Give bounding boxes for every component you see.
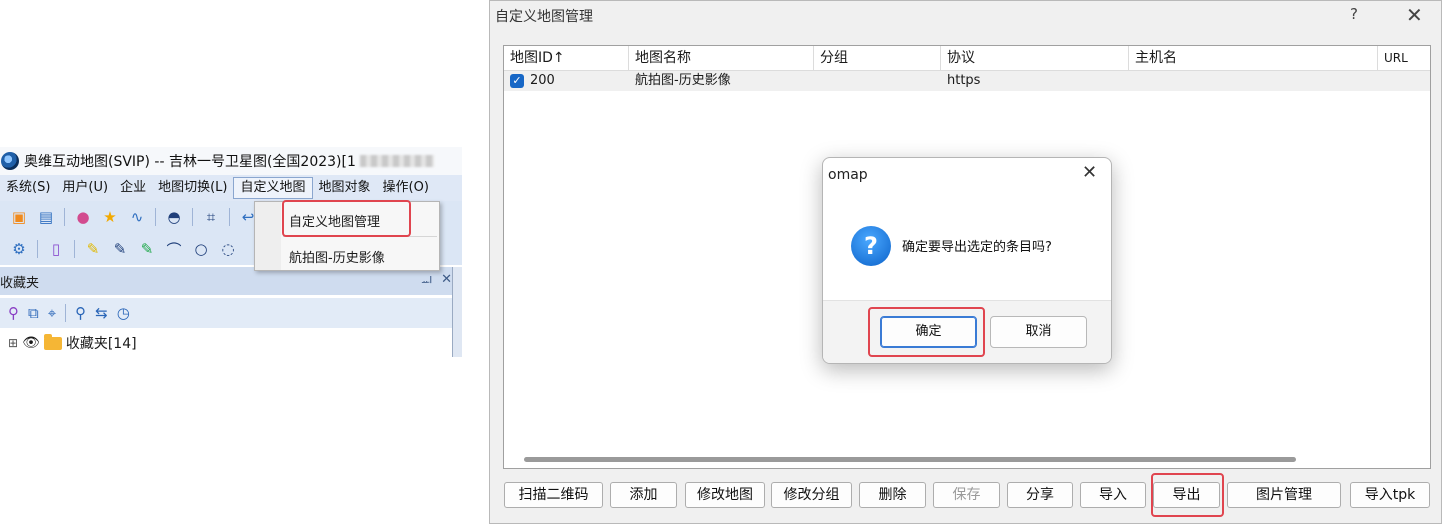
toolbar-separator xyxy=(229,208,230,226)
pin-icon[interactable]: ᆈ xyxy=(421,272,433,291)
col-protocol[interactable]: 协议 xyxy=(941,46,1129,71)
crop-icon[interactable]: ⌗ xyxy=(202,208,220,226)
toolbar-separator xyxy=(37,240,38,258)
menu-operation[interactable]: 操作(O) xyxy=(377,177,435,199)
save-button[interactable]: 保存 xyxy=(933,482,1000,508)
users-icon[interactable]: ● xyxy=(74,208,92,226)
app-logo-icon xyxy=(1,152,19,170)
col-map-id[interactable]: 地图ID↑ xyxy=(504,46,629,71)
star-icon[interactable]: ★ xyxy=(101,208,119,226)
table-row[interactable]: ✓ 200 航拍图-历史影像 https xyxy=(504,71,1430,91)
question-icon: ? xyxy=(851,226,891,266)
menu-map-switch[interactable]: 地图切换(L) xyxy=(152,177,233,199)
highlight-box-export xyxy=(1151,473,1224,517)
location-pin-icon[interactable]: ⚲ xyxy=(75,304,86,322)
menu-enterprise[interactable]: 企业 xyxy=(114,177,152,199)
circle-icon[interactable]: ○ xyxy=(192,240,210,258)
cell-host xyxy=(1129,71,1378,91)
favorites-panel-title: 收藏夹 xyxy=(0,275,40,291)
save-icon[interactable]: ▤ xyxy=(37,208,55,226)
custom-map-manager-window: 自定义地图管理 ? ✕ 地图ID↑ 地图名称 分组 协议 主机名 URL ✓ 20… xyxy=(489,0,1442,524)
cell-protocol: https xyxy=(947,73,981,88)
dialog-footer: 确定 取消 xyxy=(823,300,1111,363)
blue-pin-icon[interactable]: ✎ xyxy=(111,240,129,258)
panel-splitter[interactable] xyxy=(452,267,462,357)
gear-icon[interactable]: ⚙ xyxy=(10,240,28,258)
modify-map-button[interactable]: 修改地图 xyxy=(685,482,765,508)
yellow-pin-icon[interactable]: ✎ xyxy=(84,240,102,258)
dialog-message: 确定要导出选定的条目吗? xyxy=(902,240,1052,255)
toolbar-separator xyxy=(65,304,67,322)
arc-icon[interactable]: ⌒ xyxy=(165,240,183,259)
col-host[interactable]: 主机名 xyxy=(1129,46,1378,71)
tree-expand-icon[interactable]: ⊞ xyxy=(8,336,18,350)
eye-icon[interactable]: 👁 xyxy=(22,335,40,351)
share-button[interactable]: 分享 xyxy=(1007,482,1073,508)
redacted-text xyxy=(359,155,434,167)
modify-group-button[interactable]: 修改分组 xyxy=(771,482,852,508)
swap-icon[interactable]: ⇆ xyxy=(95,304,108,322)
toolbar-separator xyxy=(64,208,65,226)
col-map-name[interactable]: 地图名称 xyxy=(629,46,814,71)
delete-button[interactable]: 删除 xyxy=(859,482,926,508)
search-icon[interactable]: ⚲ xyxy=(8,304,19,322)
window-close-icon[interactable]: ✕ xyxy=(1406,3,1423,27)
scan-qr-button[interactable]: 扫描二维码 xyxy=(504,482,603,508)
dropdown-gutter xyxy=(255,202,281,270)
dropdown-item-aerial-history[interactable]: 航拍图-历史影像 xyxy=(289,247,385,266)
folder-icon xyxy=(43,333,62,350)
menu-user[interactable]: 用户(U) xyxy=(56,177,114,199)
menu-bar: 系统(S) 用户(U) 企业 地图切换(L) 自定义地图 地图对象 操作(O) xyxy=(0,175,462,201)
menu-map-object[interactable]: 地图对象 xyxy=(313,177,377,199)
scan-icon[interactable]: ⌖ xyxy=(48,304,56,322)
cell-url xyxy=(1378,71,1430,91)
app-title-bar: 奥维互动地图(SVIP) -- 吉林一号卫星图(全国2023)[1 xyxy=(0,147,462,175)
add-button[interactable]: 添加 xyxy=(610,482,677,508)
copy-icon[interactable]: ⧉ xyxy=(28,304,39,322)
highlight-box-ok xyxy=(868,307,985,357)
toolbar-separator xyxy=(155,208,156,226)
favorites-tree-item[interactable]: 收藏夹[14] xyxy=(66,333,137,353)
row-id: 200 xyxy=(530,73,555,88)
image-manage-button[interactable]: 图片管理 xyxy=(1227,482,1341,508)
window-title: 自定义地图管理 xyxy=(495,9,593,25)
highlight-box-menu xyxy=(282,200,411,237)
table-header: 地图ID↑ 地图名称 分组 协议 主机名 URL xyxy=(504,46,1430,71)
cell-map-id: ✓ 200 xyxy=(504,71,629,91)
favorites-toolbar: ⚲ ⧉ ⌖ ⚲ ⇆ ◷ xyxy=(0,298,456,328)
cell-map-name: 航拍图-历史影像 xyxy=(635,73,731,88)
partial-circle-icon[interactable]: ◌ xyxy=(219,240,237,258)
favorites-tree: ⊞ 👁 收藏夹[14] xyxy=(0,329,452,357)
dialog-close-icon[interactable]: ✕ xyxy=(1082,162,1097,183)
document-icon[interactable]: ▯ xyxy=(47,240,65,258)
help-icon[interactable]: ? xyxy=(1350,5,1358,23)
col-group[interactable]: 分组 xyxy=(814,46,941,71)
import-button[interactable]: 导入 xyxy=(1080,482,1146,508)
route-icon[interactable]: ∿ xyxy=(128,208,146,226)
import-tpk-button[interactable]: 导入tpk xyxy=(1350,482,1430,508)
toolbar-separator xyxy=(74,240,75,258)
3d-icon[interactable]: ◓ xyxy=(165,208,183,226)
menu-custom-map[interactable]: 自定义地图 xyxy=(233,177,313,199)
green-pin-icon[interactable]: ✎ xyxy=(138,240,156,258)
confirm-dialog: omap ✕ ? 确定要导出选定的条目吗? 确定 取消 xyxy=(822,157,1112,364)
cell-group xyxy=(814,71,941,91)
horizontal-scrollbar[interactable] xyxy=(524,457,1296,462)
app-title: 奥维互动地图(SVIP) -- 吉林一号卫星图(全国2023)[1 xyxy=(24,154,356,170)
row-checkbox[interactable]: ✓ xyxy=(510,73,524,88)
menu-system[interactable]: 系统(S) xyxy=(0,177,56,199)
new-folder-icon[interactable]: ▣ xyxy=(10,208,28,226)
close-icon[interactable]: ✕ xyxy=(441,272,452,291)
cancel-button[interactable]: 取消 xyxy=(990,316,1087,348)
history-icon[interactable]: ◷ xyxy=(117,304,130,322)
toolbar-separator xyxy=(192,208,193,226)
dialog-title: omap xyxy=(828,167,868,183)
col-url[interactable]: URL xyxy=(1378,46,1430,71)
favorites-panel-header: 收藏夹 ᆈ ✕ xyxy=(0,267,456,295)
